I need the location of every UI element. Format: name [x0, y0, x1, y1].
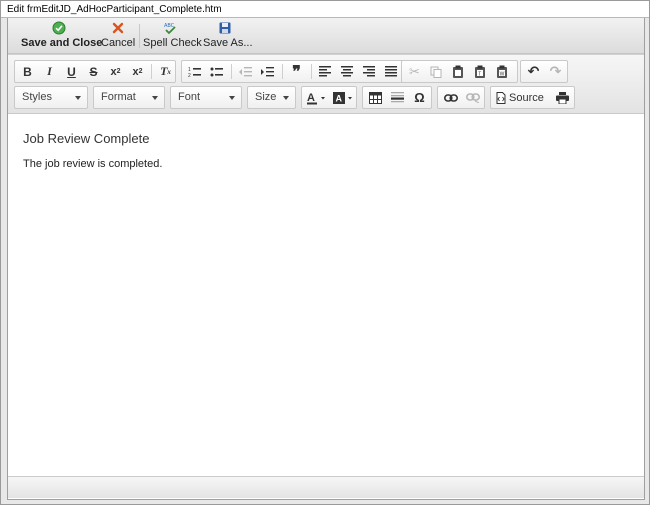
paste-from-word-icon[interactable]: W [491, 62, 512, 81]
table-icon[interactable] [365, 88, 386, 107]
editor-status-bar [8, 476, 644, 498]
spell-check-button[interactable]: ABC Spell Check [143, 21, 202, 51]
svg-text:W: W [499, 71, 504, 77]
remove-format-icon[interactable]: Tx [155, 62, 176, 81]
basic-styles-group: B I U S x2 x2 Tx [14, 60, 176, 83]
chevron-down-icon [152, 96, 158, 100]
floppy-disk-icon [219, 22, 231, 34]
link-icon[interactable] [440, 88, 461, 107]
window-title: Edit frmEditJD_AdHocParticipant_Complete… [1, 1, 649, 18]
background-color-button[interactable]: A [331, 88, 356, 107]
group-divider [311, 64, 312, 79]
save-and-close-button[interactable]: Save and Close [21, 21, 102, 51]
editor-content-area[interactable]: Job Review Complete The job review is co… [8, 114, 644, 476]
subscript-icon[interactable]: x2 [105, 62, 126, 81]
special-character-icon[interactable]: Ω [409, 88, 430, 107]
justify-icon[interactable] [380, 62, 401, 81]
bulleted-list-icon[interactable] [206, 62, 227, 81]
paste-text-icon[interactable]: T [469, 62, 490, 81]
italic-icon[interactable]: I [39, 62, 60, 81]
toolbar-separator [139, 24, 140, 48]
save-as-button[interactable]: Save As... [203, 21, 253, 51]
strikethrough-icon[interactable]: S [83, 62, 104, 81]
align-right-icon[interactable] [358, 62, 379, 81]
cut-icon[interactable]: ✂ [404, 62, 425, 81]
bold-icon[interactable]: B [17, 62, 38, 81]
svg-text:T: T [478, 71, 481, 77]
blockquote-icon[interactable]: ❞ [286, 62, 307, 81]
svg-text:2: 2 [188, 73, 191, 78]
editor-frame: Save and Close Cancel ABC Spell Check Sa… [7, 18, 645, 500]
document-heading: Job Review Complete [23, 131, 150, 146]
links-group [437, 86, 485, 109]
redo-icon[interactable]: ↷ [545, 62, 566, 81]
styles-dropdown[interactable]: Styles [14, 86, 88, 109]
unlink-icon[interactable] [462, 88, 483, 107]
paragraph-group: 12 ❞ [181, 60, 405, 83]
group-divider [151, 64, 152, 79]
paste-icon[interactable] [447, 62, 468, 81]
document-paragraph: The job review is completed. [23, 158, 163, 170]
editor-window: Edit frmEditJD_AdHocParticipant_Complete… [0, 0, 650, 505]
cancel-button[interactable]: Cancel [101, 21, 135, 51]
check-circle-icon [52, 21, 66, 35]
spell-check-icon: ABC [164, 23, 176, 35]
group-divider [231, 64, 232, 79]
rich-text-editor: B I U S x2 x2 Tx 12 ❞ ✂ T W ↶ ↷ Styles F… [8, 54, 644, 499]
source-icon [496, 91, 506, 104]
size-dropdown[interactable]: Size [247, 86, 296, 109]
horizontal-line-icon[interactable] [387, 88, 408, 107]
superscript-icon[interactable]: x2 [127, 62, 148, 81]
numbered-list-icon[interactable]: 12 [184, 62, 205, 81]
insert-group: Ω [362, 86, 432, 109]
text-color-button[interactable]: A [304, 88, 330, 107]
source-button[interactable]: Source [493, 88, 549, 107]
svg-text:A: A [307, 92, 315, 104]
close-icon [112, 22, 124, 34]
align-left-icon[interactable] [314, 62, 335, 81]
print-icon[interactable] [552, 88, 573, 107]
document-group: Source [490, 86, 575, 109]
chevron-down-icon [283, 96, 289, 100]
copy-icon[interactable] [425, 62, 446, 81]
increase-indent-icon[interactable] [257, 62, 278, 81]
format-dropdown[interactable]: Format [93, 86, 165, 109]
clipboard-group: ✂ T W [401, 60, 518, 83]
font-dropdown[interactable]: Font [170, 86, 242, 109]
undo-redo-group: ↶ ↷ [520, 60, 568, 83]
chevron-down-icon [229, 96, 235, 100]
underline-icon[interactable]: U [61, 62, 82, 81]
colors-group: A A [301, 86, 357, 109]
svg-text:A: A [335, 93, 342, 103]
undo-icon[interactable]: ↶ [523, 62, 544, 81]
group-divider [282, 64, 283, 79]
chevron-down-icon [75, 96, 81, 100]
decrease-indent-icon[interactable] [235, 62, 256, 81]
align-center-icon[interactable] [336, 62, 357, 81]
action-toolbar: Save and Close Cancel ABC Spell Check Sa… [8, 18, 644, 54]
formatting-toolbar: B I U S x2 x2 Tx 12 ❞ ✂ T W ↶ ↷ Styles F… [8, 55, 644, 114]
